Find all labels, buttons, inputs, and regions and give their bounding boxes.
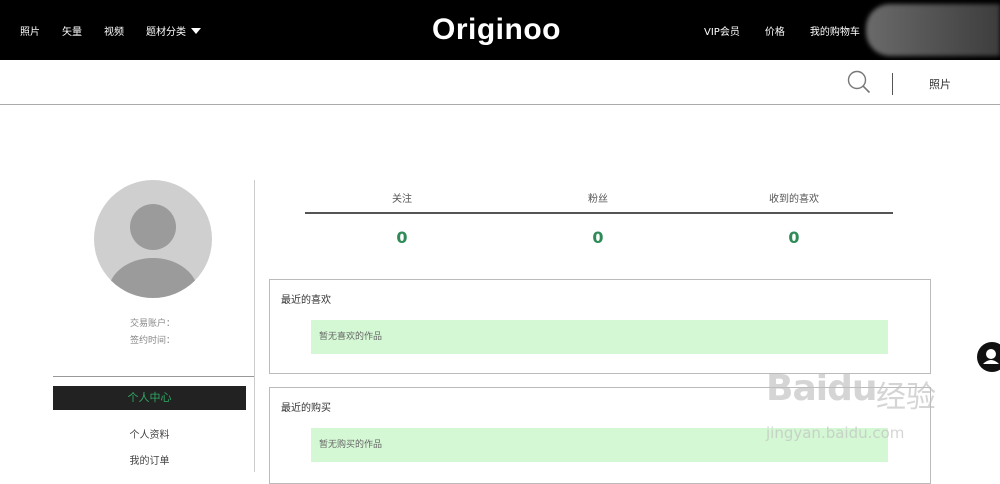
nav-shopping-cart[interactable]: 我的购物车 (810, 23, 860, 38)
account-label: 交易账户： (130, 319, 176, 329)
user-account-menu[interactable] (866, 4, 1000, 56)
recent-purchases-empty-message: 暂无购买的作品 (311, 428, 888, 462)
sidebar-item-orders[interactable]: 我的订单 (53, 452, 246, 467)
sign-date-label: 签约时间： (130, 336, 176, 346)
stats-divider (305, 212, 893, 214)
nav-categories-dropdown[interactable]: 题材分类 (146, 23, 201, 38)
sidebar-item-profile[interactable]: 个人资料 (53, 426, 246, 441)
nav-pricing[interactable]: 价格 (765, 23, 785, 38)
top-navigation-bar: 照片 矢量 视频 题材分类 Originoo VIP会员 价格 我的购物车 (0, 0, 1000, 60)
account-nav: VIP会员 价格 我的购物车 (704, 0, 860, 60)
nav-vip-membership[interactable]: VIP会员 (704, 23, 740, 38)
stat-likes-received-value[interactable]: 0 (734, 228, 854, 247)
chevron-down-icon (191, 27, 201, 34)
customer-service-icon (983, 349, 999, 364)
search-icon[interactable] (847, 70, 871, 94)
sidebar-item-personal-center[interactable]: 个人中心 (53, 386, 246, 410)
stat-likes-received-label: 收到的喜欢 (769, 194, 819, 205)
avatar-head-shape (130, 204, 176, 250)
search-category-select[interactable]: 照片 (929, 76, 951, 92)
nav-vectors[interactable]: 矢量 (62, 23, 82, 38)
avatar-body-shape (108, 258, 198, 298)
recent-purchases-panel: 最近的购买 暂无购买的作品 (269, 387, 931, 484)
search-bar: 照片 (0, 60, 1000, 105)
nav-videos[interactable]: 视频 (104, 23, 124, 38)
sidebar-vertical-divider (254, 180, 255, 472)
nav-photos[interactable]: 照片 (20, 23, 40, 38)
recent-likes-empty-message: 暂无喜欢的作品 (311, 320, 888, 354)
search-divider (892, 73, 893, 95)
stat-following-label: 关注 (392, 194, 412, 205)
main-nav: 照片 矢量 视频 题材分类 (20, 0, 201, 60)
recent-likes-title: 最近的喜欢 (281, 295, 331, 306)
sidebar-divider (53, 376, 255, 377)
nav-categories-label: 题材分类 (146, 26, 186, 38)
floating-service-button[interactable] (977, 342, 1000, 372)
avatar[interactable] (94, 180, 212, 298)
recent-likes-panel: 最近的喜欢 暂无喜欢的作品 (269, 279, 931, 374)
site-logo[interactable]: Originoo (432, 12, 561, 48)
stat-followers-value[interactable]: 0 (538, 228, 658, 247)
recent-purchases-title: 最近的购买 (281, 403, 331, 414)
stat-following-value[interactable]: 0 (342, 228, 462, 247)
stat-followers-label: 粉丝 (588, 194, 608, 205)
